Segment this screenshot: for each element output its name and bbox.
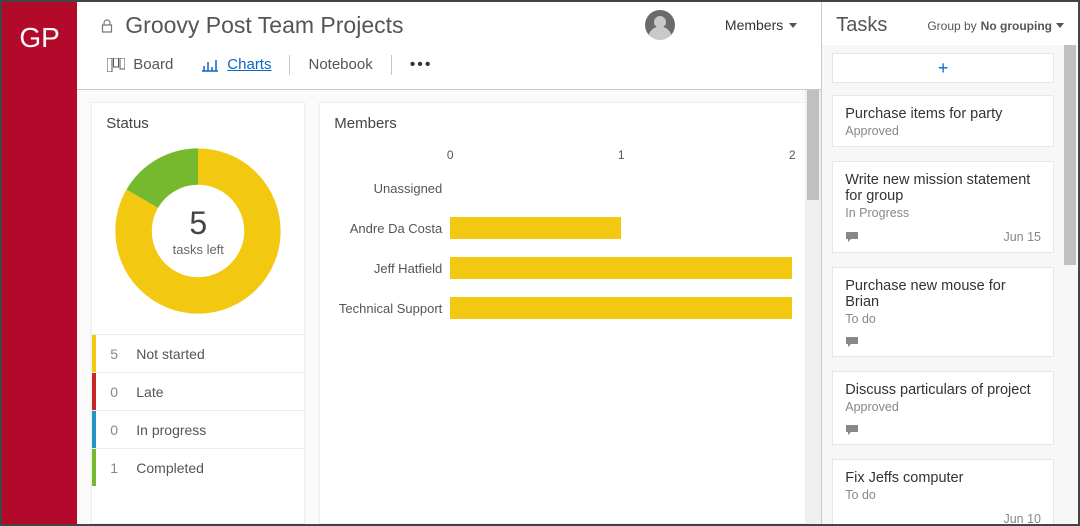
legend-color-swatch xyxy=(92,373,96,410)
task-card[interactable]: Purchase items for party Approved xyxy=(832,95,1054,147)
legend-count: 5 xyxy=(110,346,136,362)
tab-charts[interactable]: Charts xyxy=(187,50,285,79)
bar-row: Jeff Hatfield xyxy=(330,248,792,288)
legend-count: 0 xyxy=(110,422,136,438)
task-date: Jun 15 xyxy=(1003,230,1041,244)
tasks-scrollbar[interactable] xyxy=(1062,45,1078,524)
bar-track xyxy=(450,257,792,279)
app-rail: GP xyxy=(2,2,77,524)
legend-row: 5Not started xyxy=(92,334,304,372)
legend-count: 0 xyxy=(110,384,136,400)
donut-center-number: 5 xyxy=(189,205,207,242)
bar-label: Unassigned xyxy=(330,181,450,196)
status-donut-chart: 5 tasks left xyxy=(113,146,283,316)
members-dropdown[interactable]: Members xyxy=(725,17,797,33)
card-title: Members xyxy=(320,103,812,138)
chart-axis: 012 xyxy=(450,148,792,168)
task-status: To do xyxy=(845,312,1041,326)
task-title: Write new mission statement for group xyxy=(845,172,1041,204)
task-title: Purchase items for party xyxy=(845,106,1041,122)
axis-tick: 1 xyxy=(618,148,625,162)
lock-icon xyxy=(101,19,113,33)
divider xyxy=(289,55,290,75)
members-card: Members 0 1 2 Unassigned Andre Da Costa Jeff… xyxy=(319,102,813,524)
axis-tick: 2 xyxy=(789,148,796,162)
legend-row: 0Late xyxy=(92,372,304,410)
task-title: Fix Jeffs computer xyxy=(845,470,1041,486)
tab-label: Charts xyxy=(227,56,271,73)
members-dropdown-label: Members xyxy=(725,17,783,33)
legend-label: Not started xyxy=(136,346,204,362)
chevron-down-icon xyxy=(789,23,797,28)
more-menu[interactable]: ••• xyxy=(396,56,447,74)
add-task-button[interactable]: + xyxy=(832,53,1054,83)
bar-fill xyxy=(450,297,792,319)
legend-label: Completed xyxy=(136,460,204,476)
legend-color-swatch xyxy=(92,335,96,372)
scrollbar-thumb[interactable] xyxy=(807,90,819,200)
group-by-value: No grouping xyxy=(981,19,1052,33)
page-title: Groovy Post Team Projects xyxy=(125,12,645,39)
comment-icon xyxy=(845,424,859,436)
legend-label: In progress xyxy=(136,422,206,438)
status-legend: 5Not started0Late0In progress1Completed xyxy=(92,334,304,486)
divider xyxy=(391,55,392,75)
tab-label: Board xyxy=(133,56,173,73)
tab-board[interactable]: Board xyxy=(93,50,187,79)
bar-row: Unassigned xyxy=(330,168,792,208)
task-title: Purchase new mouse for Brian xyxy=(845,278,1041,310)
task-card[interactable]: Purchase new mouse for Brian To do xyxy=(832,267,1054,357)
chevron-down-icon xyxy=(1056,23,1064,28)
axis-tick: 0 xyxy=(447,148,454,162)
group-by-dropdown[interactable]: Group by No grouping xyxy=(927,19,1064,33)
task-status: Approved xyxy=(845,124,1041,138)
plus-icon: + xyxy=(938,58,949,79)
legend-count: 1 xyxy=(110,460,136,476)
legend-color-swatch xyxy=(92,449,96,486)
bar-row: Technical Support xyxy=(330,288,792,328)
task-status: In Progress xyxy=(845,206,1041,220)
view-tabs: Board Charts Notebook ••• xyxy=(77,42,821,90)
bar-fill xyxy=(450,217,621,239)
legend-color-swatch xyxy=(92,411,96,448)
content-scrollbar[interactable] xyxy=(805,90,821,524)
bar-label: Jeff Hatfield xyxy=(330,261,450,276)
card-title: Status xyxy=(92,103,304,138)
task-title: Discuss particulars of project xyxy=(845,382,1041,398)
tasks-title: Tasks xyxy=(836,14,887,37)
task-card[interactable]: Fix Jeffs computer To do Jun 10 xyxy=(832,459,1054,524)
comment-icon xyxy=(845,231,859,243)
task-date: Jun 10 xyxy=(1003,512,1041,524)
donut-center-label: tasks left xyxy=(173,242,224,257)
bar-track xyxy=(450,217,792,239)
group-by-label: Group by xyxy=(927,19,976,33)
status-card: Status 5 tasks left 5Not started0Late0In… xyxy=(91,102,305,524)
bar-label: Andre Da Costa xyxy=(330,221,450,236)
bar-row: Andre Da Costa xyxy=(330,208,792,248)
avatar[interactable] xyxy=(645,10,675,40)
comment-icon xyxy=(845,336,859,348)
task-status: To do xyxy=(845,488,1041,502)
page-header: Groovy Post Team Projects Members xyxy=(77,2,821,42)
bar-track xyxy=(450,297,792,319)
bar-track xyxy=(450,177,792,199)
tab-label: Notebook xyxy=(308,56,372,73)
board-icon xyxy=(107,58,125,72)
task-status: Approved xyxy=(845,400,1041,414)
task-card[interactable]: Write new mission statement for group In … xyxy=(832,161,1054,253)
task-card[interactable]: Discuss particulars of project Approved xyxy=(832,371,1054,445)
tab-notebook[interactable]: Notebook xyxy=(294,50,386,79)
legend-label: Late xyxy=(136,384,163,400)
tasks-panel: Tasks Group by No grouping + Purchase it… xyxy=(822,2,1078,524)
brand-badge: GP xyxy=(2,2,77,82)
bar-fill xyxy=(450,257,792,279)
scrollbar-thumb[interactable] xyxy=(1064,45,1076,265)
charts-icon xyxy=(201,58,219,72)
legend-row: 0In progress xyxy=(92,410,304,448)
legend-row: 1Completed xyxy=(92,448,304,486)
bar-label: Technical Support xyxy=(330,301,450,316)
